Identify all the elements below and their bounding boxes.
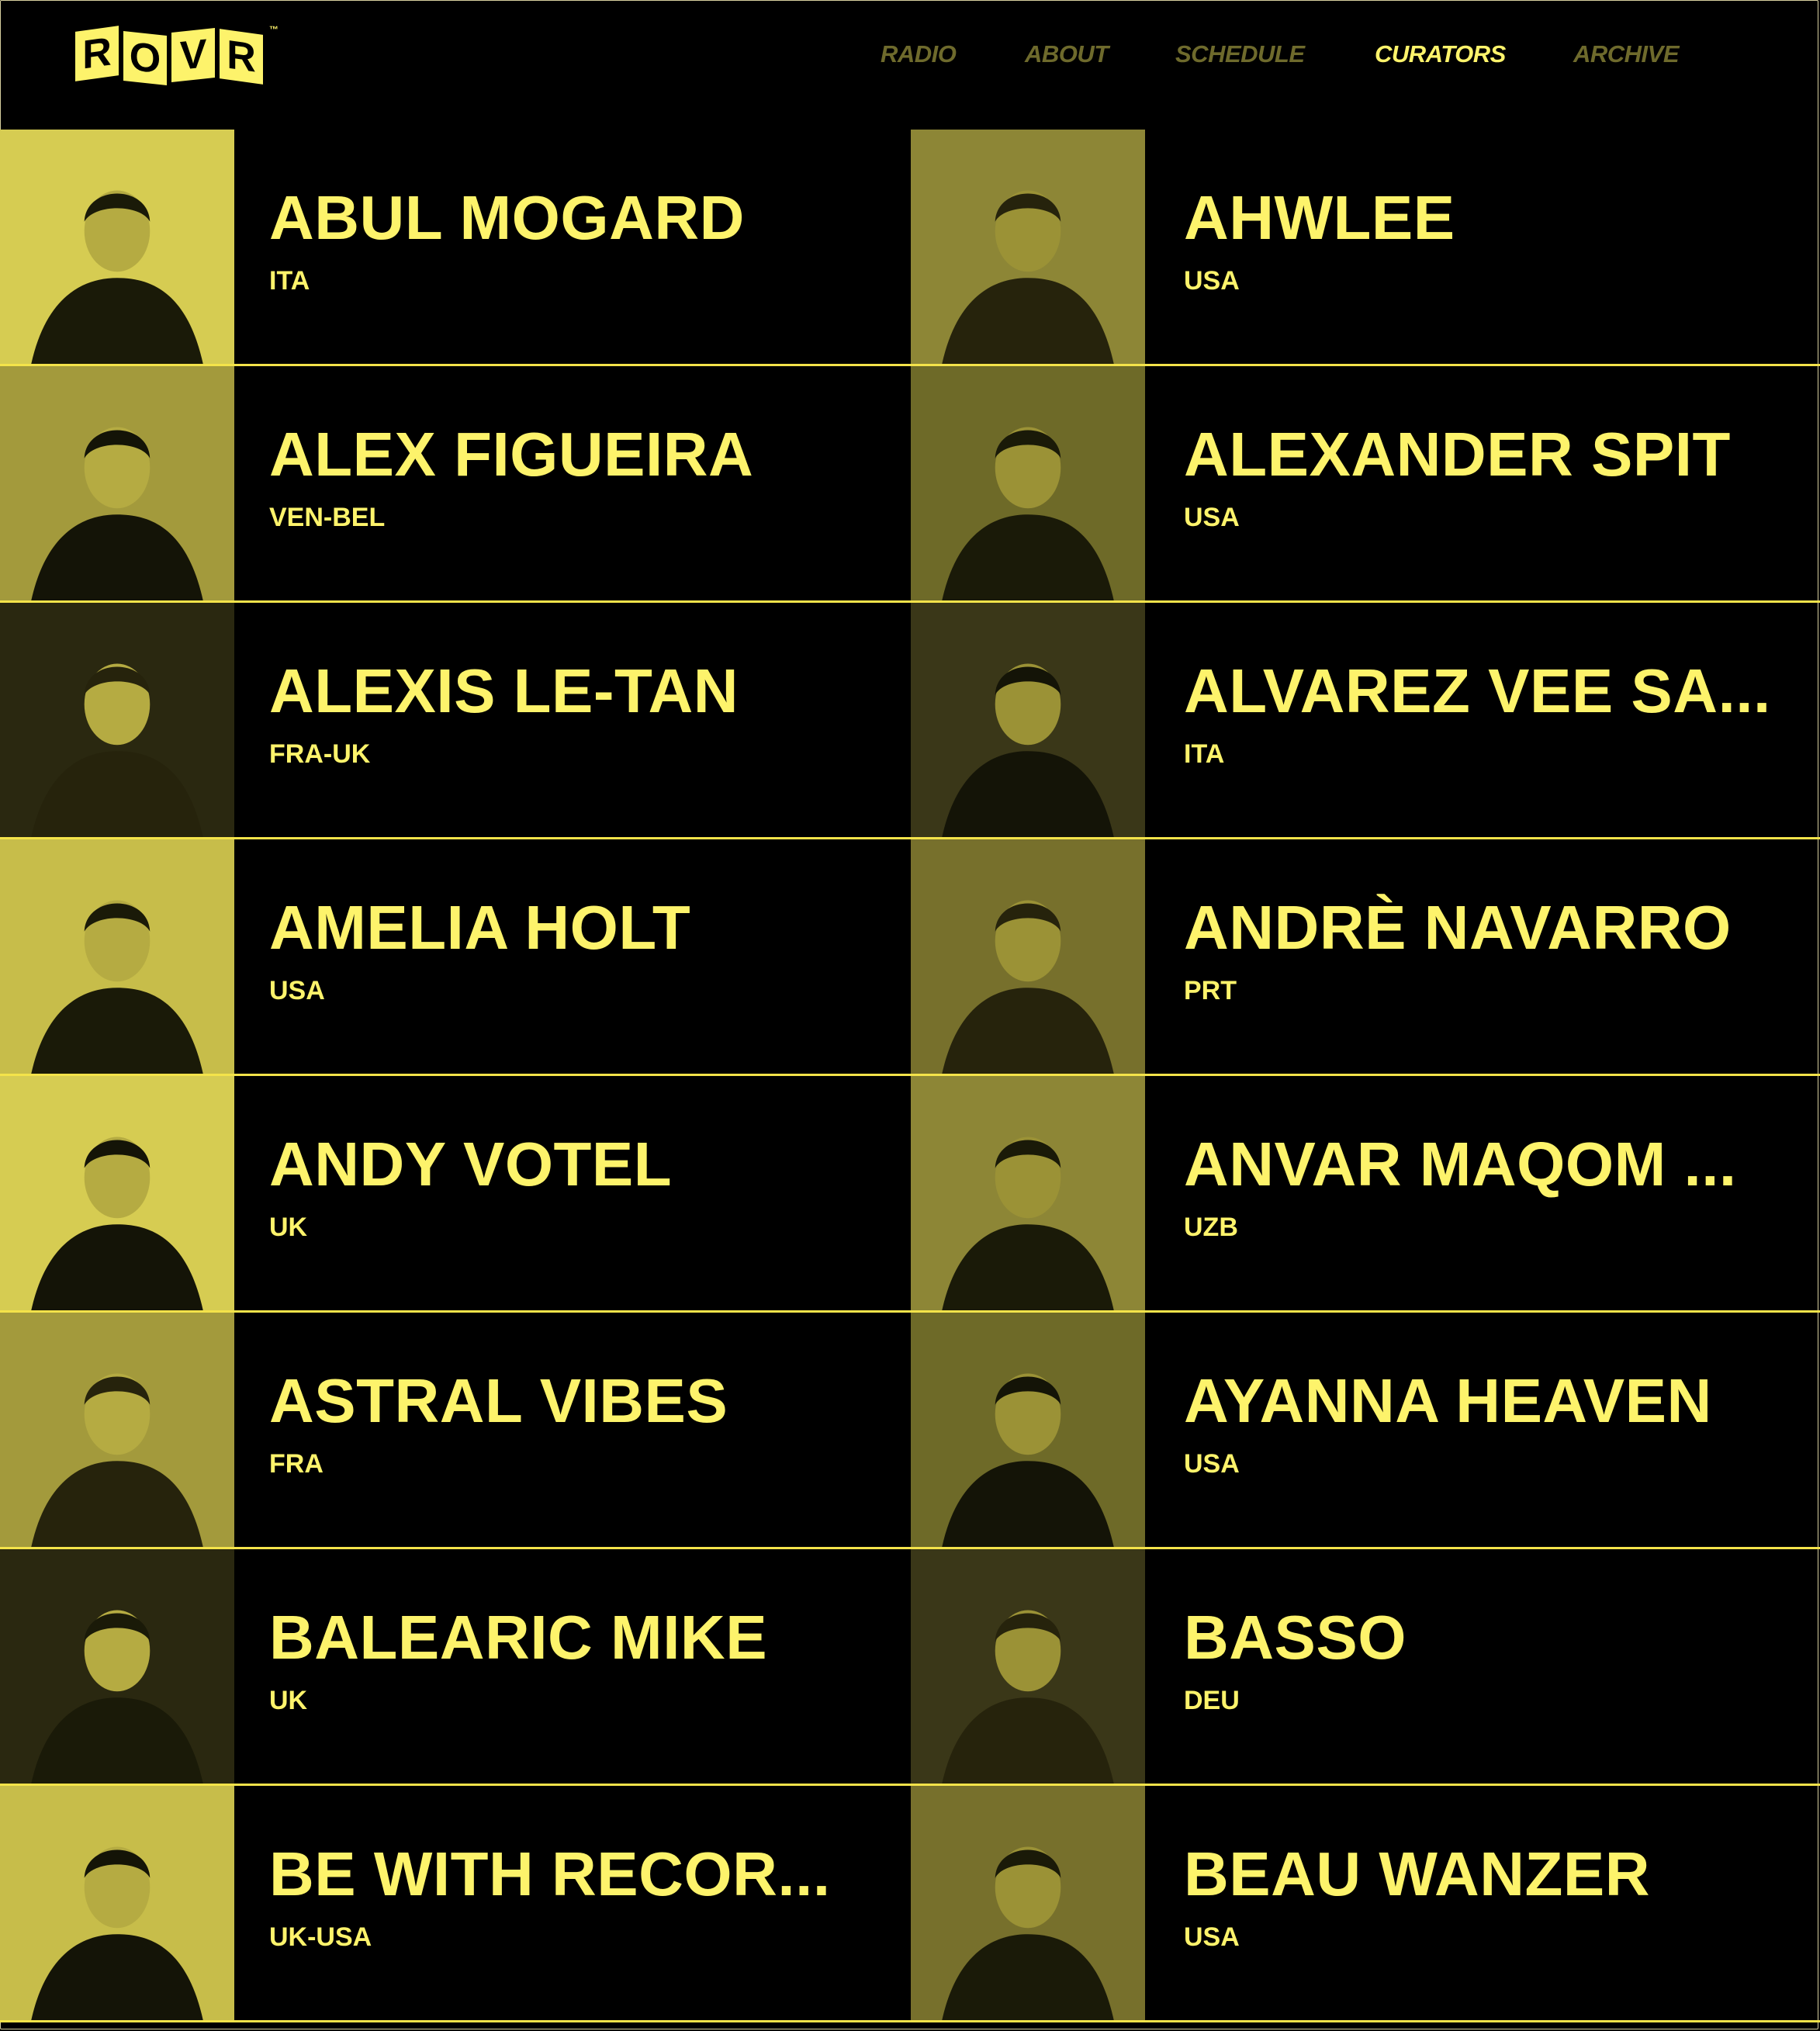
curator-country: DEU xyxy=(1184,1686,1240,1715)
curator-country: PRT xyxy=(1184,976,1237,1005)
curator-card[interactable]: ALEX FIGUEIRA VEN-BEL xyxy=(0,366,908,600)
curator-country: FRA-UK xyxy=(269,739,371,769)
trademark-symbol: ™ xyxy=(269,24,279,35)
curator-name: BALEARIC MIKE xyxy=(269,1603,768,1672)
curator-name: BE WITH RECOR... xyxy=(269,1839,831,1908)
man-portrait-icon xyxy=(0,130,234,364)
studio-seated-icon xyxy=(911,366,1145,600)
curator-country: USA xyxy=(269,976,325,1005)
main-nav: RADIO ABOUT SCHEDULE CURATORS ARCHIVE xyxy=(881,40,1690,68)
curator-row: ANDY VOTEL UK ANVAR MAQOM ... UZB xyxy=(0,1076,1820,1313)
curator-row: BALEARIC MIKE UK BASSO DEU xyxy=(0,1549,1820,1786)
curator-name: ABUL MOGARD xyxy=(269,183,745,252)
logo-letter: V xyxy=(171,28,215,82)
curator-card[interactable]: ANDY VOTEL UK xyxy=(0,1076,908,1310)
curator-row: AMELIA HOLT USA ANDRÈ NAVARRO PRT xyxy=(0,839,1820,1076)
curator-name: ANDRÈ NAVARRO xyxy=(1184,893,1732,962)
logo-letter: R xyxy=(75,26,119,81)
curator-country: UK-USA xyxy=(269,1922,372,1952)
curator-name: ALEXIS LE-TAN xyxy=(269,656,739,725)
curator-card[interactable]: ASTRAL VIBES FRA xyxy=(0,1313,908,1547)
bearded-man-icon xyxy=(0,1076,234,1310)
woman-portrait-icon xyxy=(0,839,234,1074)
record-studio-icon xyxy=(911,130,1145,364)
curator-country: USA xyxy=(1184,266,1240,296)
record-shelves-icon xyxy=(911,1076,1145,1310)
curator-country: ITA xyxy=(1184,739,1225,769)
curator-country: USA xyxy=(1184,1922,1240,1952)
curator-name: ALEXANDER SPIT xyxy=(1184,420,1731,489)
man-with-record-icon xyxy=(0,366,234,600)
curator-row: BE WITH RECOR... UK-USA BEAU WANZER USA xyxy=(0,1786,1820,2022)
curator-card[interactable]: ABUL MOGARD ITA xyxy=(0,130,908,364)
curator-name: AYANNA HEAVEN xyxy=(1184,1366,1712,1435)
curator-grid: ABUL MOGARD ITA AHWLEE USA ALEX FIGUEIRA VEN-… xyxy=(0,130,1820,2022)
curator-card[interactable]: AYANNA HEAVEN USA xyxy=(908,1313,1820,1547)
nav-archive[interactable]: ARCHIVE xyxy=(1573,40,1690,68)
curator-card[interactable]: BALEARIC MIKE UK xyxy=(0,1549,908,1784)
curator-country: UK xyxy=(269,1686,308,1715)
woman-seated-icon xyxy=(911,1313,1145,1547)
keyboard-player-icon xyxy=(911,1786,1145,2020)
curator-country: VEN-BEL xyxy=(269,503,386,532)
curator-row: ASTRAL VIBES FRA AYANNA HEAVEN USA xyxy=(0,1313,1820,1549)
curator-card[interactable]: BASSO DEU xyxy=(908,1549,1820,1784)
nav-about[interactable]: ABOUT xyxy=(1025,40,1175,68)
nav-schedule[interactable]: SCHEDULE xyxy=(1175,40,1375,68)
curator-name: ANVAR MAQOM ... xyxy=(1184,1130,1737,1199)
hands-abstract-icon xyxy=(911,1549,1145,1784)
curator-country: UK xyxy=(269,1213,308,1242)
curator-row: ALEXIS LE-TAN FRA-UK ALVAREZ VEE SA... ITA xyxy=(0,603,1820,839)
curator-row: ALEX FIGUEIRA VEN-BEL ALEXANDER SPIT USA xyxy=(0,366,1820,603)
curator-card[interactable]: AHWLEE USA xyxy=(908,130,1820,364)
nav-curators[interactable]: CURATORS xyxy=(1375,40,1573,68)
curator-country: USA xyxy=(1184,1449,1240,1479)
curator-name: BASSO xyxy=(1184,1603,1407,1672)
curator-name: AHWLEE xyxy=(1184,183,1455,252)
curator-card[interactable]: ANDRÈ NAVARRO PRT xyxy=(908,839,1820,1074)
rovr-logo[interactable]: R O V R ™ xyxy=(75,24,279,85)
winged-creature-icon xyxy=(911,603,1145,837)
curator-name: ALVAREZ VEE SA... xyxy=(1184,656,1771,725)
curator-name: ANDY VOTEL xyxy=(269,1130,673,1199)
man-hat-icon xyxy=(0,1313,234,1547)
curator-card[interactable]: AMELIA HOLT USA xyxy=(0,839,908,1074)
logo-letter: R xyxy=(220,29,263,85)
curator-card[interactable]: ALEXANDER SPIT USA xyxy=(908,366,1820,600)
curator-name: AMELIA HOLT xyxy=(269,893,691,962)
curator-country: USA xyxy=(1184,503,1240,532)
curator-card[interactable]: BEAU WANZER USA xyxy=(908,1786,1820,2020)
curator-country: FRA xyxy=(269,1449,324,1479)
curator-card[interactable]: BE WITH RECOR... UK-USA xyxy=(0,1786,908,2020)
man-cap-icon xyxy=(911,839,1145,1074)
curator-card[interactable]: ALVAREZ VEE SA... ITA xyxy=(908,603,1820,837)
logo-letter: O xyxy=(123,31,167,85)
curator-country: UZB xyxy=(1184,1213,1238,1242)
silhouette-icon xyxy=(0,603,234,837)
dj-turntables-icon xyxy=(0,1786,234,2020)
nav-radio[interactable]: RADIO xyxy=(881,40,1025,68)
curator-card[interactable]: ANVAR MAQOM ... UZB xyxy=(908,1076,1820,1310)
curator-card[interactable]: ALEXIS LE-TAN FRA-UK xyxy=(0,603,908,837)
curator-country: ITA xyxy=(269,266,310,296)
curator-name: ASTRAL VIBES xyxy=(269,1366,728,1435)
site-header: R O V R ™ RADIO ABOUT SCHEDULE CURATORS … xyxy=(0,0,1820,130)
curator-name: ALEX FIGUEIRA xyxy=(269,420,754,489)
curator-row: ABUL MOGARD ITA AHWLEE USA xyxy=(0,130,1820,366)
curator-name: BEAU WANZER xyxy=(1184,1839,1651,1908)
man-sunglasses-icon xyxy=(0,1549,234,1784)
